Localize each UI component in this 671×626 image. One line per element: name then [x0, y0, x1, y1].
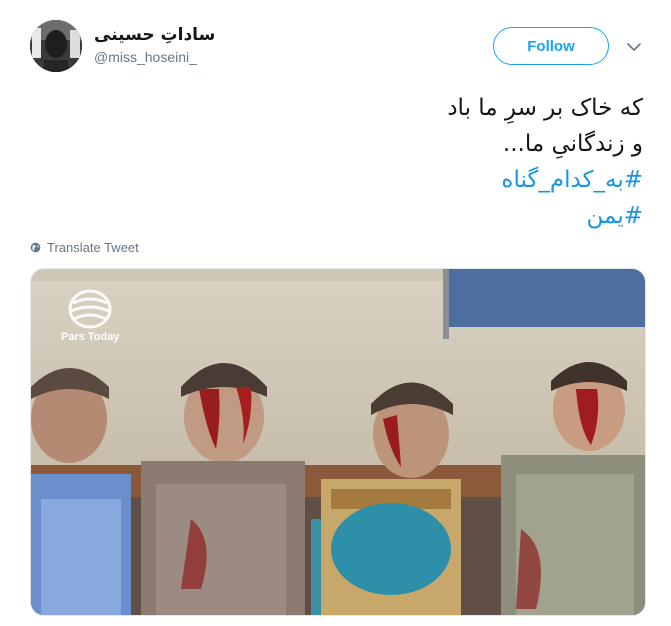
tweet-photo[interactable]: Pars Today [30, 268, 646, 616]
translate-label[interactable]: Translate Tweet [47, 240, 139, 255]
watermark: Pars Today [61, 289, 120, 343]
hashtag-link[interactable]: #به_کدام_گناه [83, 162, 643, 198]
tweet-text: که خاک بر سرِ ما باد و زندگانیِ ما... #ب… [83, 90, 643, 234]
hashtag-link[interactable]: #یمن [83, 198, 643, 234]
tweet-line: و زندگانیِ ما... [502, 131, 643, 157]
watermark-label: Pars Today [61, 331, 120, 343]
translate-tweet[interactable]: Translate Tweet [30, 240, 139, 255]
tweet-card: ساداتِ حسینی @miss_hoseini_ Follow که خا… [0, 0, 671, 626]
chevron-down-icon[interactable] [626, 39, 642, 55]
user-info[interactable]: ساداتِ حسینی @miss_hoseini_ [94, 24, 215, 67]
avatar[interactable] [30, 20, 82, 72]
profile-photo-icon [30, 20, 82, 72]
pars-today-logo-icon [68, 289, 112, 329]
display-name[interactable]: ساداتِ حسینی [94, 24, 215, 46]
globe-icon [30, 242, 41, 253]
follow-button[interactable]: Follow [493, 27, 609, 65]
tweet-line: که خاک بر سرِ ما باد [447, 95, 643, 121]
photo-image [31, 269, 645, 615]
user-handle[interactable]: @miss_hoseini_ [94, 47, 215, 67]
